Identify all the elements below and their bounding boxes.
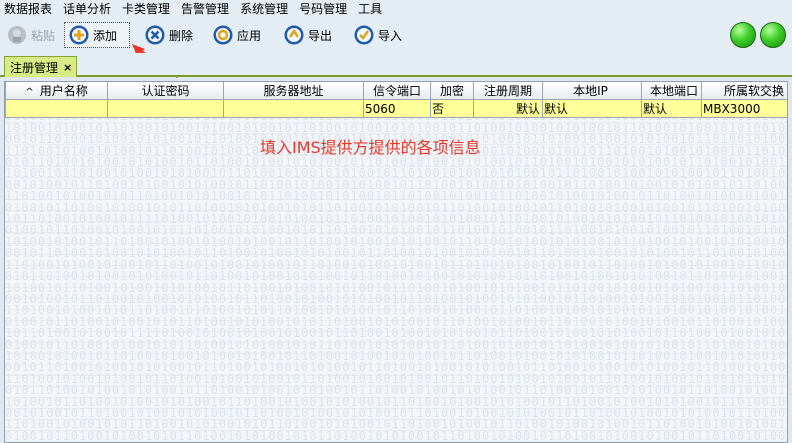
cell-local-ip[interactable]: 默认 bbox=[542, 99, 642, 118]
import-label: 导入 bbox=[378, 28, 403, 43]
tab-strip: 注册管理 × bbox=[0, 53, 792, 77]
column-header-auth-password[interactable]: 认证密码 bbox=[107, 82, 224, 100]
menu-call-analysis[interactable]: 话单分析 bbox=[63, 2, 111, 16]
export-icon bbox=[284, 25, 304, 45]
close-icon[interactable]: × bbox=[63, 61, 72, 74]
column-header-local-port[interactable]: 本地端口 bbox=[641, 82, 702, 100]
column-header-softswitch[interactable]: 所属软交换 bbox=[701, 82, 787, 100]
toolbar: 粘贴 添加 删除 应用 导出 导入 bbox=[0, 17, 792, 79]
import-icon bbox=[354, 25, 374, 45]
status-indicators bbox=[726, 22, 786, 48]
cell-softswitch[interactable]: MBX3000 bbox=[701, 99, 787, 118]
menu-number-management[interactable]: 号码管理 bbox=[299, 2, 347, 16]
column-header-username[interactable]: ^ 用户名称 bbox=[5, 82, 108, 100]
add-icon bbox=[69, 25, 89, 45]
cell-registration-period[interactable]: 默认 bbox=[473, 99, 543, 118]
menu-bar: 数据报表 话单分析 卡类管理 告警管理 系统管理 号码管理 工具 bbox=[0, 0, 792, 17]
menu-system-management[interactable]: 系统管理 bbox=[240, 2, 288, 16]
column-header-server-address[interactable]: 服务器地址 bbox=[223, 82, 364, 100]
column-header-registration-period[interactable]: 注册周期 bbox=[473, 82, 543, 100]
cell-local-port[interactable]: 默认 bbox=[641, 99, 702, 118]
cell-encryption[interactable]: 否 bbox=[430, 99, 474, 118]
menu-reports[interactable]: 数据报表 bbox=[4, 2, 52, 16]
column-header-signaling-port[interactable]: 信令端口 bbox=[363, 82, 431, 100]
add-label: 添加 bbox=[93, 28, 118, 43]
column-header-encryption[interactable]: 加密 bbox=[430, 82, 474, 100]
apply-label: 应用 bbox=[237, 28, 262, 43]
instruction-annotation: 填入IMS提供方提供的各项信息 bbox=[260, 138, 481, 157]
status-led-icon bbox=[730, 22, 756, 48]
paste-label: 粘贴 bbox=[31, 28, 56, 43]
cell-signaling-port[interactable]: 5060 bbox=[363, 99, 431, 118]
paste-icon bbox=[7, 25, 27, 45]
sort-asc-icon: ^ bbox=[25, 87, 34, 98]
column-header-local-ip[interactable]: 本地IP bbox=[542, 82, 642, 100]
menu-tools[interactable]: 工具 bbox=[358, 2, 382, 16]
tab-label: 注册管理 bbox=[10, 60, 59, 75]
status-led-icon bbox=[760, 22, 786, 48]
paste-button[interactable]: 粘贴 bbox=[3, 22, 59, 48]
add-button[interactable]: 添加 bbox=[64, 22, 130, 48]
table-row[interactable]: 5060 否 默认 默认 默认 MBX3000 bbox=[5, 99, 787, 118]
menu-alarm-management[interactable]: 告警管理 bbox=[181, 2, 229, 16]
registration-table: ^ 用户名称 认证密码 服务器地址 信令端口 加密 注册周期 本地IP 本地端口 … bbox=[5, 82, 787, 118]
export-button[interactable]: 导出 bbox=[280, 22, 336, 48]
import-button[interactable]: 导入 bbox=[350, 22, 406, 48]
menu-card-management[interactable]: 卡类管理 bbox=[122, 2, 170, 16]
apply-button[interactable]: 应用 bbox=[209, 22, 265, 48]
export-label: 导出 bbox=[308, 28, 333, 43]
cell-auth-password[interactable] bbox=[107, 99, 224, 118]
cell-server-address[interactable] bbox=[223, 99, 364, 118]
tab-registration-management[interactable]: 注册管理 × bbox=[4, 56, 78, 77]
cell-username[interactable] bbox=[5, 99, 108, 118]
table-header: ^ 用户名称 认证密码 服务器地址 信令端口 加密 注册周期 本地IP 本地端口 … bbox=[5, 82, 787, 100]
apply-icon bbox=[213, 25, 233, 45]
